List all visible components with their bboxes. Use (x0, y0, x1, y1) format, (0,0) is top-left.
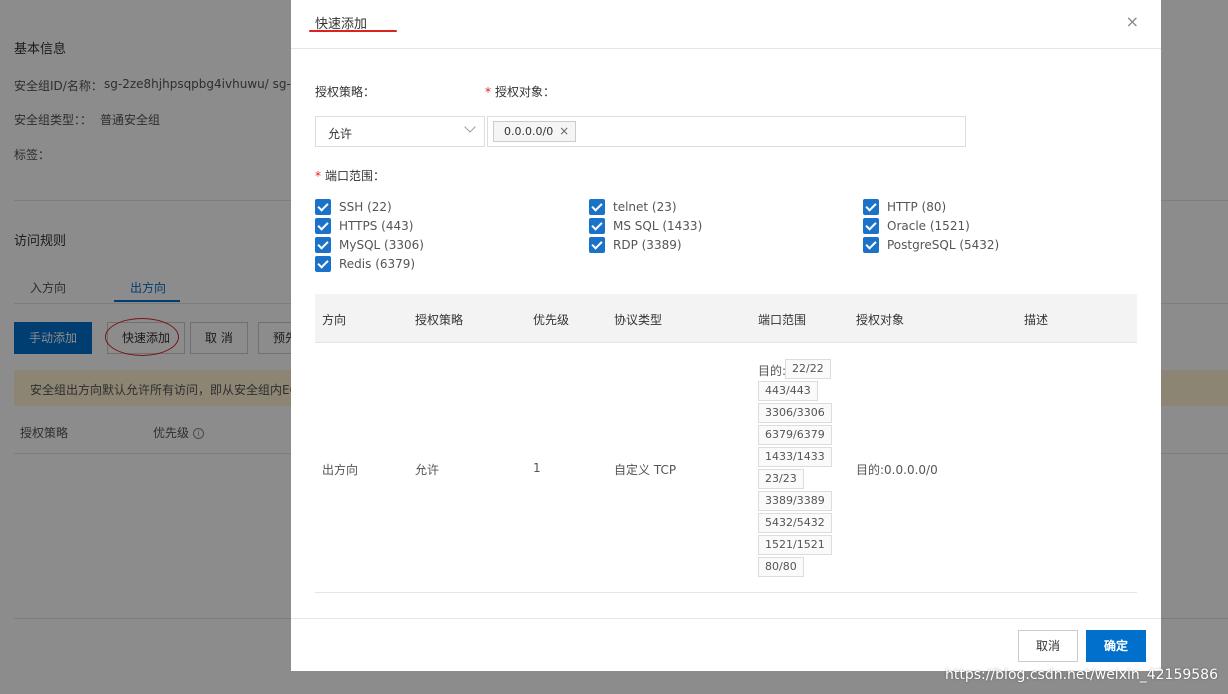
close-icon[interactable]: × (1126, 12, 1139, 31)
port-chip: 6379/6379 (758, 425, 832, 445)
port-chip: 80/80 (758, 557, 804, 577)
modal-confirm-button[interactable]: 确定 (1086, 630, 1146, 662)
checkbox-checked-icon (315, 199, 331, 215)
checkbox-checked-icon (315, 256, 331, 272)
table-header: 方向 授权策略 优先级 协议类型 端口范围 授权对象 描述 (315, 294, 1137, 343)
target-tag: 0.0.0.0/0 × (493, 121, 577, 142)
target-input[interactable]: 0.0.0.0/0 × (487, 116, 966, 147)
cell-direction: 出方向 (322, 463, 359, 477)
port-chip: 22/22 (785, 359, 831, 379)
target-label: 授权对象： (495, 85, 556, 99)
cell-protocol: 自定义 TCP (614, 463, 677, 477)
header-priority: 优先级 (533, 313, 570, 327)
header-policy: 授权策略 (415, 313, 464, 327)
checkbox-checked-icon (589, 237, 605, 253)
checkbox-checked-icon (863, 218, 879, 234)
checkbox-checked-icon (315, 218, 331, 234)
target-label-wrap: * 授权对象： (485, 83, 555, 100)
header-protocol: 协议类型 (614, 313, 663, 327)
policy-select-value: 允许 (328, 127, 353, 141)
port-chip: 3306/3306 (758, 403, 832, 423)
target-tag-label: 0.0.0.0/0 (504, 125, 554, 138)
quick-add-modal: 快速添加 × 授权策略： * 授权对象： 允许 0.0.0.0/0 × * 端口范围… (291, 0, 1161, 671)
modal-footer: 取消 确定 (291, 618, 1161, 671)
port-chip: 1521/1521 (758, 535, 832, 555)
checkbox-checked-icon (863, 237, 879, 253)
row-divider (315, 592, 1137, 593)
cell-priority: 1 (533, 461, 541, 475)
checkbox-checked-icon (315, 237, 331, 253)
port-range-label: 端口范围： (325, 169, 386, 183)
modal-header: 快速添加 × (291, 0, 1161, 49)
header-direction: 方向 (322, 313, 347, 327)
header-description: 描述 (1024, 313, 1049, 327)
port-chip: 1433/1433 (758, 447, 832, 467)
checkbox-checked-icon (863, 199, 879, 215)
cell-port-prefix: 目的: (758, 364, 787, 378)
port-chip: 443/443 (758, 381, 818, 401)
port-chip: 5432/5432 (758, 513, 832, 533)
policy-select[interactable]: 允许 (315, 116, 485, 147)
port-range-label-wrap: * 端口范围： (315, 167, 385, 184)
cell-policy: 允许 (415, 463, 440, 477)
checkbox-checked-icon (589, 199, 605, 215)
required-mark: * (485, 85, 491, 99)
checkbox-checked-icon (589, 218, 605, 234)
port-chip: 3389/3389 (758, 491, 832, 511)
watermark: https://blog.csdn.net/weixin_42159586 (944, 667, 1218, 683)
required-mark: * (315, 169, 321, 183)
cell-target: 目的:0.0.0.0/0 (856, 463, 938, 477)
policy-label: 授权策略： (315, 85, 376, 99)
header-target: 授权对象 (856, 313, 905, 327)
tag-remove-icon[interactable]: × (559, 122, 569, 141)
chevron-down-icon (464, 121, 476, 133)
title-annotation-underline (309, 30, 397, 32)
header-port-range: 端口范围 (758, 313, 807, 327)
port-chip: 23/23 (758, 469, 804, 489)
modal-cancel-button[interactable]: 取消 (1018, 630, 1078, 662)
